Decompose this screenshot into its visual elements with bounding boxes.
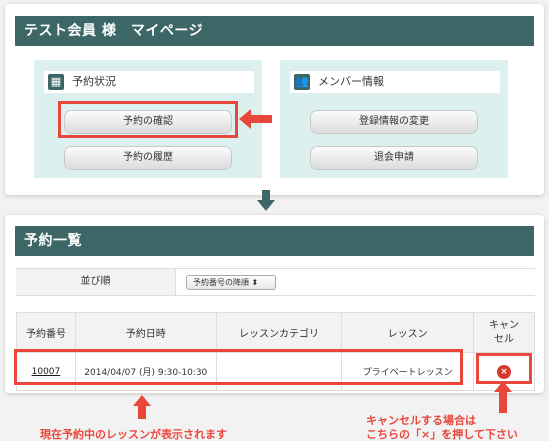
current-reservation-note: 現在予約中のレッスンが表示されます	[40, 428, 227, 441]
calendar-icon: ▦	[48, 74, 64, 90]
column-header: レッスン	[341, 312, 475, 353]
reservation-history-button[interactable]: 予約の履歴	[64, 146, 232, 170]
member-panel-label: メンバー情報	[318, 75, 384, 88]
change-registration-button[interactable]: 登録情報の変更	[310, 110, 478, 134]
reservation-panel-label: 予約状況	[72, 75, 116, 88]
reservation-panel: ▦ 予約状況 予約の確認 予約の履歴	[34, 60, 262, 178]
table-header-row: 予約番号 予約日時 レッスンカテゴリ レッスン キャンセル	[16, 312, 535, 353]
column-header: レッスンカテゴリ	[215, 312, 343, 353]
sort-row: 並び順 予約番号の降順 ⬍	[16, 268, 535, 296]
list-title: 予約一覧	[15, 226, 534, 256]
highlight-box-confirm	[58, 101, 238, 138]
reservation-list-card: 予約一覧 並び順 予約番号の降順 ⬍ 予約番号 予約日時 レッスンカテゴリ レッ…	[5, 215, 544, 393]
withdraw-button[interactable]: 退会申請	[310, 146, 478, 170]
page-title: テスト会員 様 マイページ	[15, 16, 534, 46]
down-arrow-icon	[257, 200, 275, 211]
arrow-left-shaft	[250, 115, 272, 123]
member-panel-title: 👥 メンバー情報	[290, 71, 500, 93]
sort-label: 並び順	[16, 269, 176, 295]
arrow-up-shaft	[499, 391, 507, 413]
people-icon: 👥	[294, 74, 310, 90]
reservation-panel-title: ▦ 予約状況	[44, 71, 254, 93]
column-header: 予約日時	[74, 312, 217, 353]
column-header: キャンセル	[473, 312, 535, 353]
arrow-up-shaft	[138, 405, 146, 419]
mypage-card: テスト会員 様 マイページ ▦ 予約状況 予約の確認 予約の履歴 👥 メンバー情…	[5, 4, 544, 195]
sort-select[interactable]: 予約番号の降順 ⬍	[186, 275, 276, 290]
highlight-box-cancel	[476, 353, 532, 384]
highlight-box-row	[14, 349, 463, 385]
column-header: 予約番号	[16, 312, 76, 353]
cancel-note-line2: こちらの「×」を押して下さい	[366, 428, 518, 441]
member-panel: 👥 メンバー情報 登録情報の変更 退会申請	[280, 60, 508, 178]
